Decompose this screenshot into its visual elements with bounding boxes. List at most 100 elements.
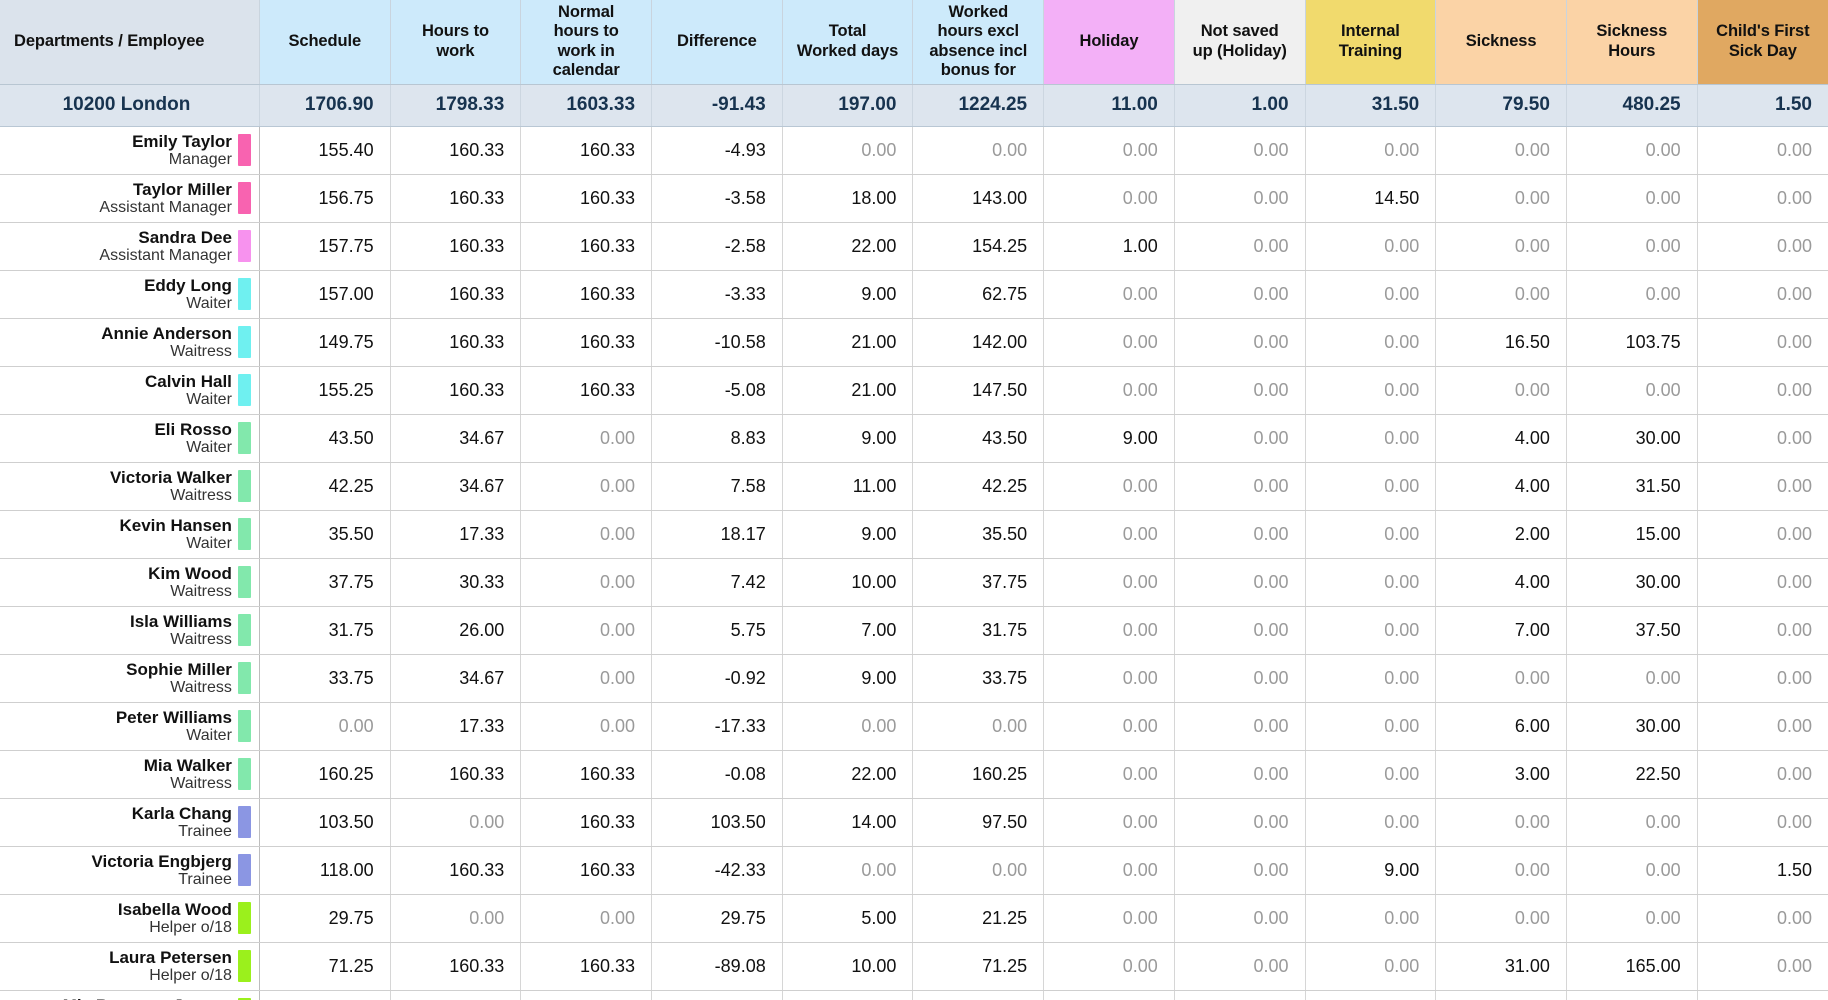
employee-name-cell[interactable]: Sophie Miller Waitress — [0, 654, 260, 703]
data-cell: 7.50 — [1566, 990, 1698, 1000]
data-cell: 0.00 — [1697, 270, 1828, 319]
column-header-total-worked-days[interactable]: Total Worked days — [782, 0, 914, 85]
data-cell: 22.00 — [782, 750, 914, 799]
data-cell: 160.33 — [390, 270, 522, 319]
column-header-holiday[interactable]: Holiday — [1043, 0, 1175, 85]
data-cell: 0.00 — [1305, 990, 1437, 1000]
table-row[interactable]: Victoria Engbjerg Trainee 118.00 160.33 160.… — [0, 846, 1828, 895]
employee-name-cell[interactable]: Peter Williams Waiter — [0, 702, 260, 751]
employee-name-cell[interactable]: Laura Petersen Helper o/18 — [0, 942, 260, 991]
table-row[interactable]: Emily Taylor Manager 155.40 160.33 160.33 -4.… — [0, 126, 1828, 175]
column-header-worked-hours-excl-absence-incl-bonus-for[interactable]: Worked hours excl absence incl bonus for — [912, 0, 1045, 85]
employee-name-cell[interactable]: Isla Williams Waitress — [0, 606, 260, 655]
employee-name-cell[interactable]: Eddy Long Waiter — [0, 270, 260, 319]
data-cell: 31.00 — [1435, 942, 1567, 991]
data-cell: 0.00 — [1566, 366, 1698, 415]
table-row[interactable]: Taylor Miller Assistant Manager 156.75 160.… — [0, 174, 1828, 223]
employee-name: Emily Taylor — [132, 131, 232, 151]
data-cell: 160.33 — [390, 990, 522, 1000]
data-cell: 31.75 — [912, 606, 1045, 655]
table-row[interactable]: Isabella Wood Helper o/18 29.75 0.00 0.00 29.… — [0, 894, 1828, 943]
column-header-not-saved-up-holiday[interactable]: Not saved up (Holiday) — [1174, 0, 1306, 85]
column-header-child-s-first-sick-day[interactable]: Child's First Sick Day — [1697, 0, 1828, 85]
column-header-internal-training[interactable]: Internal Training — [1305, 0, 1437, 85]
employee-name-cell[interactable]: Kim Wood Waitress — [0, 558, 260, 607]
data-cell: 0.00 — [1697, 510, 1828, 559]
totals-cell: 11.00 — [1043, 84, 1175, 127]
totals-cell: 79.50 — [1435, 84, 1567, 127]
column-header-sickness[interactable]: Sickness — [1435, 0, 1567, 85]
employee-name-cell[interactable]: Emily Taylor Manager — [0, 126, 260, 175]
employee-name-wrapper: Eddy Long Waiter — [0, 271, 259, 318]
employee-name-cell[interactable]: Isabella Wood Helper o/18 — [0, 894, 260, 943]
table-row[interactable]: Sophie Miller Waitress 33.75 34.67 0.00 -0.92… — [0, 654, 1828, 703]
column-header-hours-to-work[interactable]: Hours to work — [390, 0, 522, 85]
data-cell: 0.00 — [520, 654, 653, 703]
employee-name-cell[interactable]: Mia Bramsen JensenHelper o/18 — [0, 990, 260, 1000]
table-row[interactable]: Mia Bramsen JensenHelper o/18 67.75160.33… — [0, 990, 1828, 1000]
data-cell: 0.00 — [1435, 222, 1567, 271]
role-color-swatch-icon — [237, 566, 251, 599]
role-color-swatch-icon — [237, 950, 251, 983]
department-name[interactable]: 10200 London — [0, 84, 260, 127]
table-row[interactable]: Calvin Hall Waiter 155.25 160.33 160.33 -5.08… — [0, 366, 1828, 415]
employee-name-cell[interactable]: Victoria Walker Waitress — [0, 462, 260, 511]
employee-name-cell[interactable]: Sandra Dee Assistant Manager — [0, 222, 260, 271]
data-cell: 142.00 — [912, 318, 1045, 367]
column-header-schedule[interactable]: Schedule — [259, 0, 391, 85]
table-row[interactable]: Annie Anderson Waitress 149.75 160.33 160.33… — [0, 318, 1828, 367]
data-cell: 0.00 — [1435, 846, 1567, 895]
data-cell: 0.00 — [1043, 894, 1175, 943]
employee-name-cell[interactable]: Eli Rosso Waiter — [0, 414, 260, 463]
data-cell: 0.00 — [1174, 654, 1306, 703]
data-cell: 0.00 — [520, 894, 653, 943]
table-row[interactable]: Peter Williams Waiter 0.00 17.33 0.00 -17.33 0… — [0, 702, 1828, 751]
data-cell: 10.00 — [782, 558, 914, 607]
column-header-difference[interactable]: Difference — [651, 0, 783, 85]
data-cell: 43.50 — [259, 414, 391, 463]
data-cell: 0.00 — [1566, 126, 1698, 175]
table-row[interactable]: Eli Rosso Waiter 43.50 34.67 0.00 8.83 9.00 43.… — [0, 414, 1828, 463]
data-cell: 118.00 — [259, 846, 391, 895]
employee-name-cell[interactable]: Victoria Engbjerg Trainee — [0, 846, 260, 895]
data-cell: 0.00 — [912, 846, 1045, 895]
data-cell: 160.33 — [390, 318, 522, 367]
data-cell: 0.00 — [520, 462, 653, 511]
data-cell: 34.67 — [390, 654, 522, 703]
table-row[interactable]: Laura Petersen Helper o/18 71.25 160.33 160.… — [0, 942, 1828, 991]
table-row[interactable]: Victoria Walker Waitress 42.25 34.67 0.00 7.5… — [0, 462, 1828, 511]
table-row[interactable]: Kim Wood Waitress 37.75 30.33 0.00 7.42 10.00 3… — [0, 558, 1828, 607]
employee-name-cell[interactable]: Kevin Hansen Waiter — [0, 510, 260, 559]
table-row[interactable]: Kevin Hansen Waiter 35.50 17.33 0.00 18.17 9.0… — [0, 510, 1828, 559]
table-row[interactable]: Karla Chang Trainee 103.50 0.00 160.33 103.50… — [0, 798, 1828, 847]
data-cell: 0.00 — [1174, 174, 1306, 223]
data-cell: 7.00 — [1435, 606, 1567, 655]
data-cell: 0.00 — [1566, 654, 1698, 703]
data-cell: 160.33 — [390, 750, 522, 799]
department-totals-row[interactable]: 10200 London 1706.90 1798.33 1603.33 -91.43 1… — [0, 84, 1828, 127]
data-cell: 0.00 — [1305, 702, 1437, 751]
employee-name-text: Mia Walker Waitress — [144, 756, 238, 793]
role-color-swatch-icon — [237, 278, 251, 311]
data-cell: 22.00 — [782, 222, 914, 271]
table-row[interactable]: Isla Williams Waitress 31.75 26.00 0.00 5.75 7… — [0, 606, 1828, 655]
employee-name-cell[interactable]: Taylor Miller Assistant Manager — [0, 174, 260, 223]
employee-name-cell[interactable]: Karla Chang Trainee — [0, 798, 260, 847]
column-header-departments-employee[interactable]: Departments / Employee — [0, 0, 260, 85]
employee-name-text: Calvin Hall Waiter — [145, 372, 238, 409]
data-cell: 0.00 — [1435, 174, 1567, 223]
data-cell: 0.00 — [1174, 846, 1306, 895]
employee-name-cell[interactable]: Mia Walker Waitress — [0, 750, 260, 799]
employee-role: Waitress — [170, 486, 232, 504]
employee-name-cell[interactable]: Calvin Hall Waiter — [0, 366, 260, 415]
data-cell: 0.00 — [1435, 270, 1567, 319]
table-row[interactable]: Eddy Long Waiter 157.00 160.33 160.33 -3.33 9.… — [0, 270, 1828, 319]
column-header-normal-hours-to-work-in-calendar[interactable]: Normal hours to work in calendar — [520, 0, 653, 85]
column-header-sickness-hours[interactable]: Sickness Hours — [1566, 0, 1698, 85]
employee-name-cell[interactable]: Annie Anderson Waitress — [0, 318, 260, 367]
table-row[interactable]: Mia Walker Waitress 160.25 160.33 160.33 -0.0… — [0, 750, 1828, 799]
table-row[interactable]: Sandra Dee Assistant Manager 157.75 160.33 1… — [0, 222, 1828, 271]
data-cell: 0.00 — [1697, 894, 1828, 943]
employee-name: Kevin Hansen — [119, 515, 232, 535]
employee-role: Helper o/18 — [149, 966, 232, 984]
